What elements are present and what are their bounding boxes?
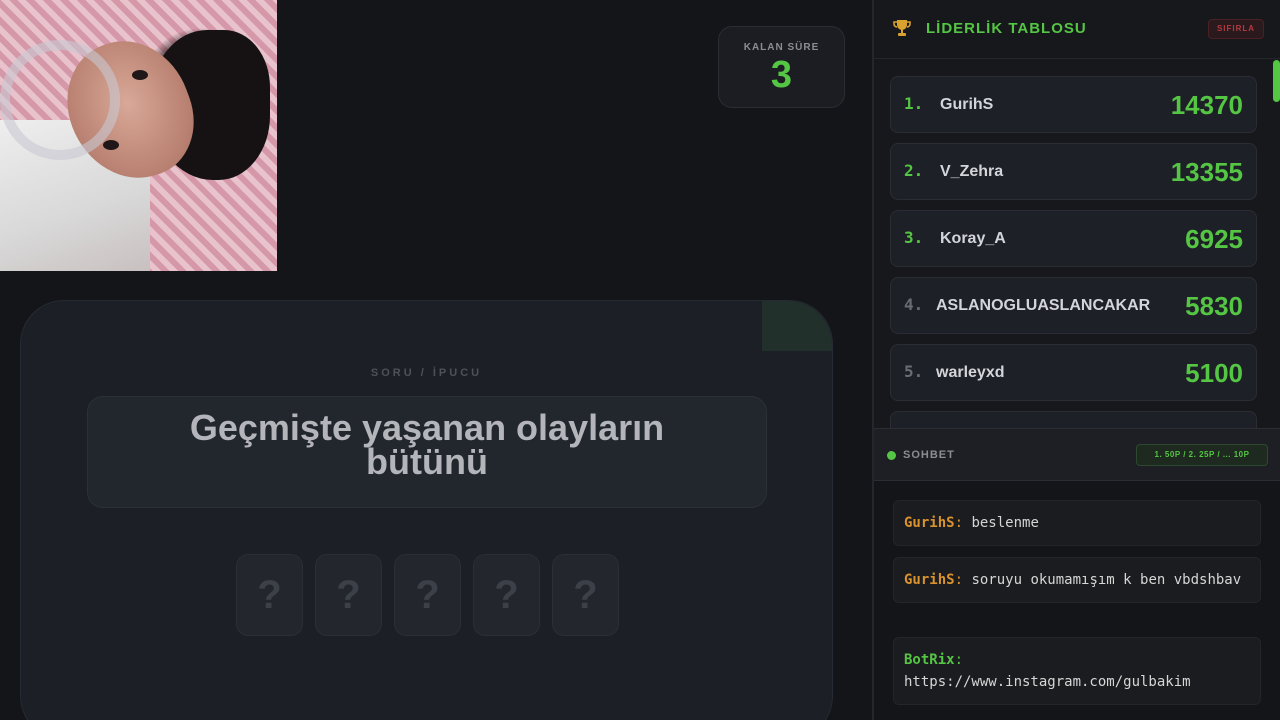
chat-colon: : <box>954 515 964 531</box>
row-name: Koray_A <box>940 230 1006 247</box>
row-rank: 3. <box>904 228 924 247</box>
question-card: SORU / İPUCU Geçmişte yaşanan olayların … <box>20 300 833 720</box>
question-label: SORU / İPUCU <box>370 367 483 379</box>
row-rank: 1. <box>904 94 924 113</box>
webcam-mask <box>0 40 120 160</box>
chat-message: GurihS: soruyu okumamışım k ben vbdshbav <box>893 557 1261 603</box>
chat-message: GurihS: beslenme <box>893 500 1261 546</box>
leaderboard-header: LİDERLİK TABLOSU SIFIRLA <box>874 10 1280 48</box>
answer-slot: ? <box>236 554 303 636</box>
chat-username: GurihS <box>904 515 955 531</box>
chat-colon: : <box>954 572 964 588</box>
leaderboard-separator <box>874 58 1280 59</box>
row-name: ASLANOGLUASLANCAKAR <box>936 297 1151 314</box>
chat-text: https://www.instagram.com/gulbakim <box>904 674 1191 690</box>
timer-value: 3 <box>770 54 793 96</box>
row-name: GurihS <box>940 96 994 113</box>
leaderboard-row: 3. Koray_A 6925 <box>890 210 1257 267</box>
chat-username: GurihS <box>904 572 955 588</box>
answer-slot: ? <box>552 554 619 636</box>
card-glow <box>762 301 832 351</box>
timer-box: KALAN SÜRE 3 <box>718 26 845 108</box>
row-score: 13355 <box>1170 157 1243 187</box>
reset-button[interactable]: SIFIRLA <box>1208 19 1264 39</box>
leaderboard-panel: LİDERLİK TABLOSU SIFIRLA 1. GurihS 14370… <box>874 0 1280 428</box>
answer-slot: ? <box>394 554 461 636</box>
row-rank: 4. <box>904 295 924 314</box>
chat-panel: GurihS: beslenme GurihS: soruyu okumamış… <box>874 482 1280 720</box>
chat-title: SOHBET <box>903 449 955 461</box>
live-dot-icon <box>887 451 896 460</box>
timer-label: KALAN SÜRE <box>743 42 820 53</box>
leaderboard-row: 1. GurihS 14370 <box>890 76 1257 133</box>
chat-username: BotRix <box>904 652 955 668</box>
points-badge: 1. 50P / 2. 25P / ... 10P <box>1136 444 1268 466</box>
app-root: KALAN SÜRE 3 SORU / İPUCU Geçmişte yaşan… <box>0 0 1280 720</box>
question-text-line1: Geçmişte yaşanan olayların <box>189 407 665 448</box>
row-score: 5100 <box>1185 358 1243 388</box>
chat-header: SOHBET 1. 50P / 2. 25P / ... 10P <box>874 428 1280 481</box>
row-score: 14370 <box>1170 90 1243 120</box>
leaderboard-row: 2. V_Zehra 13355 <box>890 143 1257 200</box>
leaderboard-row: 4. ASLANOGLUASLANCAKAR 5830 <box>890 277 1257 334</box>
leaderboard-list: 1. GurihS 14370 2. V_Zehra 13355 3. Kora… <box>890 76 1257 428</box>
row-name: warleyxd <box>936 364 1005 381</box>
row-rank: 5. <box>904 362 924 381</box>
question-text-line2: bütünü <box>366 441 488 482</box>
row-name: V_Zehra <box>940 163 1004 180</box>
chat-text: soruyu okumamışım k ben vbdshbav <box>963 572 1242 588</box>
trophy-icon <box>893 20 911 36</box>
leaderboard-title: LİDERLİK TABLOSU <box>926 20 1087 37</box>
answer-slots: ? ? ? ? ? <box>236 554 619 636</box>
answer-slot: ? <box>315 554 382 636</box>
leaderboard-row: 5. warleyxd 5100 <box>890 344 1257 401</box>
leaderboard-scrollbar[interactable] <box>1273 60 1280 102</box>
leaderboard-row-partial <box>890 411 1257 428</box>
chat-text: beslenme <box>963 515 1039 531</box>
answer-slot: ? <box>473 554 540 636</box>
webcam-eye <box>132 70 148 80</box>
row-rank: 2. <box>904 161 924 180</box>
webcam-eye <box>103 140 119 150</box>
row-score: 6925 <box>1185 224 1243 254</box>
webcam-feed <box>0 0 277 271</box>
chat-message: BotRix: https://www.instagram.com/gulbak… <box>893 637 1261 705</box>
question-box: Geçmişte yaşanan olayların bütünü <box>87 396 767 508</box>
row-score: 5830 <box>1185 291 1243 321</box>
chat-colon: : <box>954 652 964 668</box>
